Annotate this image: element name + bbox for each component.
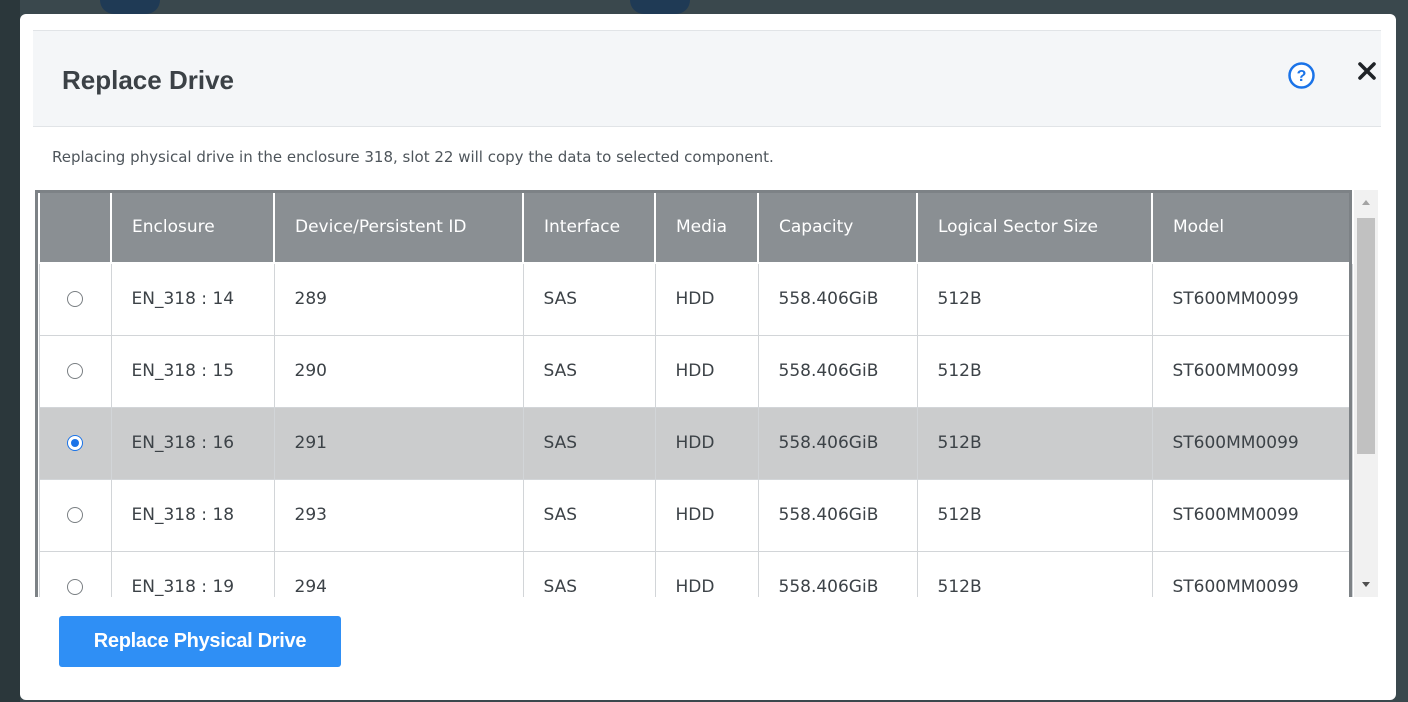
cell-media: HDD [654,479,759,552]
cell-capacity: 558.406GiB [757,335,918,408]
cell-enclosure: EN_318 : 18 [110,479,275,552]
cell-model: ST600MM0099 [1151,407,1353,480]
drive-table: Enclosure Device/Persistent ID Interface… [38,190,1353,597]
row-radio[interactable] [67,363,83,379]
cell-media: HDD [654,407,759,480]
table-row[interactable]: EN_318 : 18 293 SAS HDD 558.406GiB 512B … [38,479,1353,552]
scroll-up-arrow-icon[interactable] [1354,190,1378,214]
cell-capacity: 558.406GiB [757,263,918,336]
replace-physical-drive-button[interactable]: Replace Physical Drive [59,616,341,667]
column-header-sector-size[interactable]: Logical Sector Size [916,190,1153,264]
cell-device-id: 291 [273,407,524,480]
cell-media: HDD [654,551,759,597]
cell-model: ST600MM0099 [1151,479,1353,552]
cell-device-id: 289 [273,263,524,336]
column-header-select [38,190,112,264]
row-radio[interactable] [67,507,83,523]
backdrop-element [630,0,690,14]
dialog-description: Replacing physical drive in the enclosur… [52,148,774,166]
cell-enclosure: EN_318 : 14 [110,263,275,336]
row-select-cell[interactable] [38,335,112,408]
table-scrollbar[interactable] [1354,190,1378,597]
scroll-down-arrow-icon[interactable] [1354,573,1378,597]
cell-device-id: 294 [273,551,524,597]
table-row[interactable]: EN_318 : 15 290 SAS HDD 558.406GiB 512B … [38,335,1353,408]
cell-sector-size: 512B [916,407,1153,480]
cell-media: HDD [654,263,759,336]
column-header-model[interactable]: Model [1151,190,1353,264]
cell-interface: SAS [522,407,656,480]
cell-sector-size: 512B [916,479,1153,552]
column-header-media[interactable]: Media [654,190,759,264]
row-select-cell[interactable] [38,407,112,480]
dialog-title: Replace Drive [62,65,234,95]
cell-sector-size: 512B [916,335,1153,408]
cell-device-id: 293 [273,479,524,552]
row-radio-checked[interactable] [67,435,83,451]
column-header-enclosure[interactable]: Enclosure [110,190,275,264]
cell-model: ST600MM0099 [1151,551,1353,597]
cell-model: ST600MM0099 [1151,263,1353,336]
cell-capacity: 558.406GiB [757,407,918,480]
cell-interface: SAS [522,263,656,336]
cell-interface: SAS [522,479,656,552]
table-header-row: Enclosure Device/Persistent ID Interface… [38,190,1353,264]
drive-table-container: Enclosure Device/Persistent ID Interface… [33,190,1380,597]
table-row-selected[interactable]: EN_318 : 16 291 SAS HDD 558.406GiB 512B … [38,407,1353,480]
scrollbar-thumb[interactable] [1357,218,1375,454]
column-header-device-id[interactable]: Device/Persistent ID [273,190,524,264]
row-radio[interactable] [67,291,83,308]
row-select-cell[interactable] [38,479,112,552]
table-row[interactable]: EN_318 : 14 289 SAS HDD 558.406GiB 512B … [38,263,1353,336]
cell-interface: SAS [522,551,656,597]
cell-device-id: 290 [273,335,524,408]
cell-interface: SAS [522,335,656,408]
cell-enclosure: EN_318 : 16 [110,407,275,480]
cell-enclosure: EN_318 : 19 [110,551,275,597]
cell-enclosure: EN_318 : 15 [110,335,275,408]
cell-model: ST600MM0099 [1151,335,1353,408]
cell-capacity: 558.406GiB [757,551,918,597]
row-select-cell[interactable] [38,551,112,597]
cell-sector-size: 512B [916,551,1153,597]
dialog-header: Replace Drive ? [33,30,1381,127]
help-circle-icon[interactable]: ? [1287,61,1316,90]
column-header-capacity[interactable]: Capacity [757,190,918,264]
close-icon[interactable] [1352,56,1382,86]
backdrop-element [100,0,160,14]
row-select-cell[interactable] [38,263,112,336]
backdrop-sidebar [0,0,20,702]
svg-text:?: ? [1297,68,1307,85]
row-radio[interactable] [67,579,83,596]
table-row[interactable]: EN_318 : 19 294 SAS HDD 558.406GiB 512B … [38,551,1353,597]
column-header-interface[interactable]: Interface [522,190,656,264]
replace-drive-dialog: Replace Drive ? Replacing physical drive… [20,14,1396,700]
cell-sector-size: 512B [916,263,1153,336]
cell-capacity: 558.406GiB [757,479,918,552]
cell-media: HDD [654,335,759,408]
